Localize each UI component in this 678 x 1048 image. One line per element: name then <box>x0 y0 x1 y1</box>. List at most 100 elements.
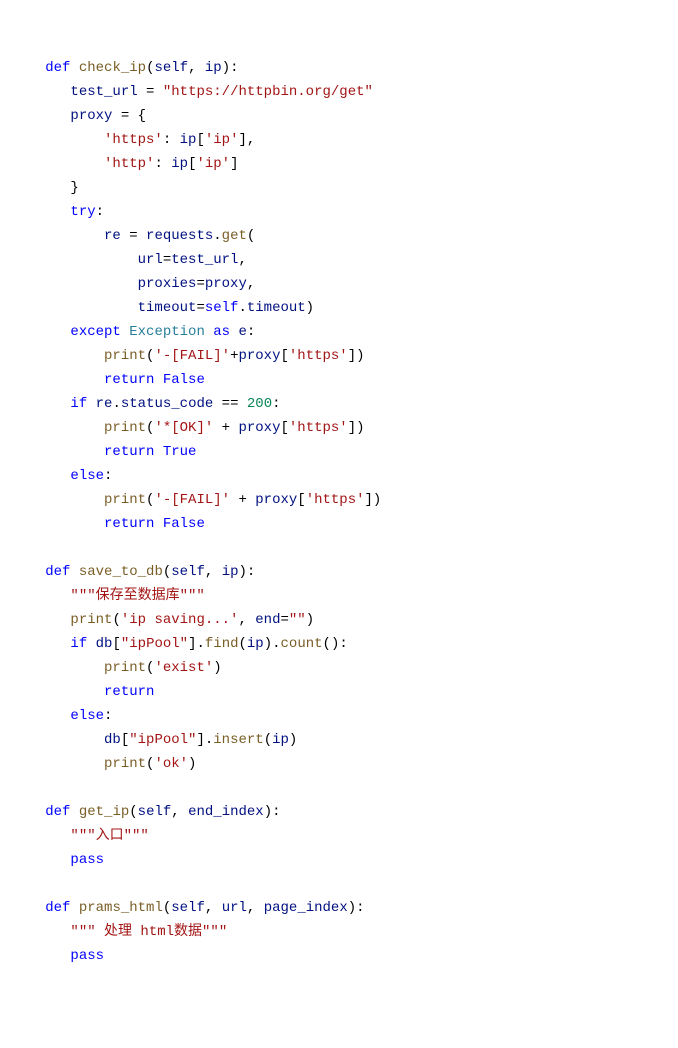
bracket: ]. <box>188 636 205 652</box>
index: 'https' <box>306 492 365 508</box>
fn-name: prams_html <box>79 900 163 916</box>
kw-def: def <box>45 60 70 76</box>
bracket: ]) <box>348 348 365 364</box>
code-line: def prams_html(self, url, page_index): <box>20 900 365 916</box>
code-line: pass <box>20 948 104 964</box>
obj: requests <box>146 228 213 244</box>
var: e <box>239 324 247 340</box>
paren: ( <box>247 228 255 244</box>
kw-else: else <box>70 708 104 724</box>
paren: ). <box>264 636 281 652</box>
method: get <box>222 228 247 244</box>
op: = <box>196 300 204 316</box>
op: + <box>230 492 255 508</box>
op: = <box>138 84 163 100</box>
code-line: print('-[FAIL]'+proxy['https']) <box>20 348 365 364</box>
colon: : <box>247 324 255 340</box>
op: : <box>154 156 171 172</box>
code-line: if db["ipPool"].find(ip).count(): <box>20 636 348 652</box>
param: url <box>222 900 247 916</box>
code-line: """保存至数据库""" <box>20 588 205 604</box>
const-false: False <box>163 372 205 388</box>
code-block: def check_ip(self, ip): test_url = "http… <box>20 56 678 968</box>
code-line: proxies=proxy, <box>20 276 255 292</box>
fn-print: print <box>104 348 146 364</box>
arg: proxies <box>138 276 197 292</box>
param-self: self <box>171 900 205 916</box>
arg: url <box>138 252 163 268</box>
code-line: proxy = { <box>20 108 146 124</box>
docstring: """入口""" <box>70 828 148 844</box>
string: "https://httpbin.org/get" <box>163 84 373 100</box>
dot: . <box>213 228 221 244</box>
paren: ) <box>213 660 221 676</box>
paren: ) <box>306 612 314 628</box>
key: "ipPool" <box>121 636 188 652</box>
exception: Exception <box>129 324 205 340</box>
arg: ip <box>272 732 289 748</box>
brace: } <box>70 180 78 196</box>
self: self <box>205 300 239 316</box>
comma: , <box>238 252 246 268</box>
fn-name: check_ip <box>79 60 146 76</box>
colon: : <box>272 396 280 412</box>
code-line: if re.status_code == 200: <box>20 396 281 412</box>
index: 'https' <box>289 420 348 436</box>
index: 'https' <box>289 348 348 364</box>
kw-if: if <box>70 396 87 412</box>
bracket: ]) <box>365 492 382 508</box>
fn-print: print <box>70 612 112 628</box>
op: = <box>163 252 171 268</box>
number: 200 <box>247 396 272 412</box>
method: insert <box>213 732 263 748</box>
param-self: self <box>138 804 172 820</box>
bracket: [ <box>121 732 129 748</box>
code-line: return True <box>20 444 196 460</box>
kw-else: else <box>70 468 104 484</box>
method: count <box>281 636 323 652</box>
string: "" <box>289 612 306 628</box>
code-line: print('-[FAIL]' + proxy['https']) <box>20 492 381 508</box>
bracket: [ <box>297 492 305 508</box>
kw-if: if <box>70 636 87 652</box>
code-line: return False <box>20 372 205 388</box>
code-line: def get_ip(self, end_index): <box>20 804 281 820</box>
op: = { <box>112 108 146 124</box>
paren: ) <box>306 300 314 316</box>
arg: ip <box>247 636 264 652</box>
code-line: pass <box>20 852 104 868</box>
var: proxy <box>255 492 297 508</box>
docstring: """保存至数据库""" <box>70 588 204 604</box>
method: find <box>205 636 239 652</box>
param: ip <box>205 60 222 76</box>
kw-return: return <box>104 684 154 700</box>
dot: . <box>112 396 120 412</box>
docstring: """ 处理 html数据""" <box>70 924 227 940</box>
prop: timeout <box>247 300 306 316</box>
op: ] <box>230 156 238 172</box>
obj: db <box>104 732 121 748</box>
paren: ( <box>264 732 272 748</box>
var: proxy <box>70 108 112 124</box>
code-line: try: <box>20 204 104 220</box>
op: == <box>213 396 247 412</box>
paren: (): <box>323 636 348 652</box>
var: proxy <box>238 348 280 364</box>
code-line: def save_to_db(self, ip): <box>20 564 255 580</box>
kw-return: return <box>104 444 154 460</box>
var: ip <box>171 156 188 172</box>
code-line: return False <box>20 516 205 532</box>
code-line: """ 处理 html数据""" <box>20 924 227 940</box>
kw-try: try <box>70 204 95 220</box>
key: 'https' <box>104 132 163 148</box>
code-line: return <box>20 684 154 700</box>
op: = <box>281 612 289 628</box>
paren: ) <box>188 756 196 772</box>
op: : <box>163 132 180 148</box>
code-line: print('*[OK]' + proxy['https']) <box>20 420 365 436</box>
kw-def: def <box>45 564 70 580</box>
blank-line <box>20 540 28 556</box>
const-false: False <box>163 516 205 532</box>
prop: status_code <box>121 396 213 412</box>
obj: re <box>96 396 113 412</box>
